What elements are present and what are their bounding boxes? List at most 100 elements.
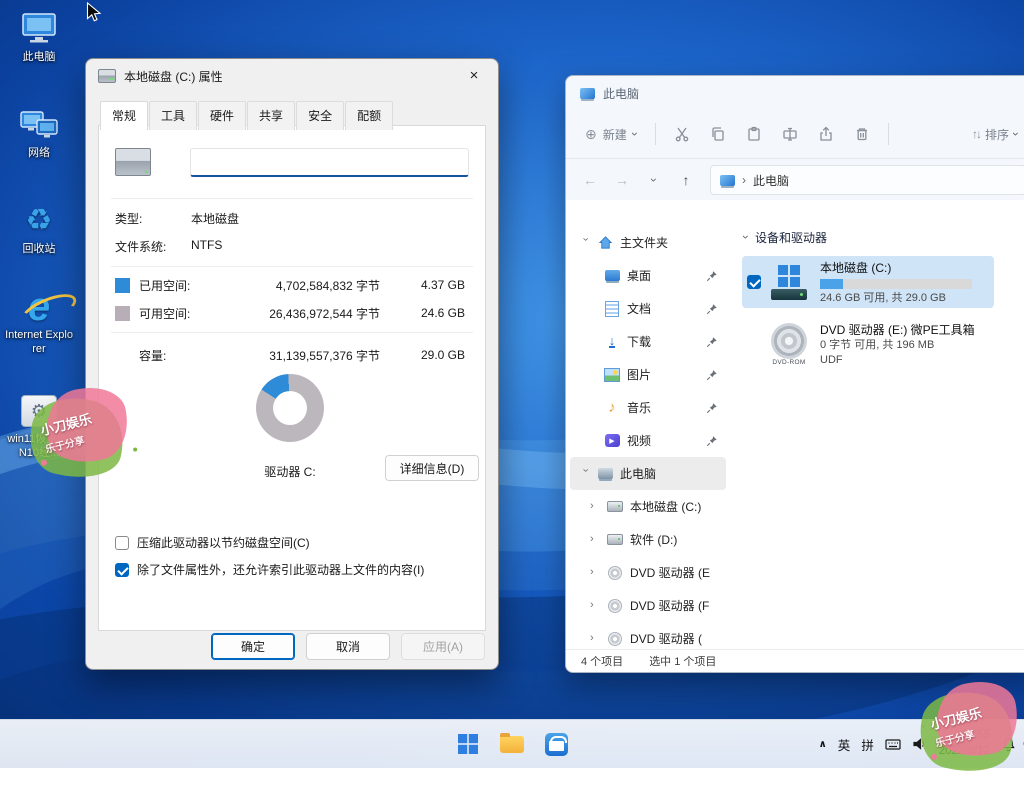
this-pc-icon <box>720 175 735 186</box>
back-button[interactable]: ← <box>576 167 604 193</box>
tab-general[interactable]: 常规 <box>100 101 148 130</box>
drive-icon <box>607 532 623 548</box>
tab-sharing[interactable]: 共享 <box>247 101 295 130</box>
chevron-right-icon[interactable]: › <box>590 567 600 578</box>
tab-quota[interactable]: 配额 <box>345 101 393 130</box>
recent-locations-button[interactable]: › <box>640 167 668 193</box>
chevron-down-icon[interactable]: › <box>580 469 591 479</box>
desktop-icon-win11-restore[interactable]: ⚙ win11恢复WIN10经... <box>4 392 74 461</box>
copy-button[interactable] <box>701 119 735 149</box>
copy-icon <box>710 126 726 142</box>
sidebar-item-music[interactable]: ♪ 音乐 <box>570 391 726 424</box>
disk-usage-donut-chart <box>256 374 324 442</box>
ime-indicator-pinyin[interactable]: 拼 <box>861 735 874 754</box>
share-button[interactable] <box>809 119 843 149</box>
drive-tile-local-disk-c[interactable]: 本地磁盘 (C:) 24.6 GB 可用, 共 29.0 GB <box>742 256 994 308</box>
explorer-window: 此电脑 ⊕ 新建 › <box>565 75 1024 673</box>
volume-icon[interactable] <box>912 737 928 751</box>
sidebar-item-dvd-f[interactable]: › DVD 驱动器 (F <box>570 589 726 622</box>
tab-tools[interactable]: 工具 <box>149 101 197 130</box>
dialog-titlebar[interactable]: 本地磁盘 (C:) 属性 <box>86 59 498 93</box>
explorer-content: › 设备和驱动器 本地磁盘 (C:) 24.6 GB 可用, 共 29. <box>730 200 1024 650</box>
up-button[interactable]: ↑ <box>672 167 700 193</box>
compress-checkbox-row[interactable]: 压缩此驱动器以节约磁盘空间(C) <box>115 536 471 550</box>
apply-button[interactable]: 应用(A) <box>401 633 485 660</box>
desktop-icon-recycle-bin[interactable]: ♻ 回收站 <box>4 202 74 257</box>
tab-hardware[interactable]: 硬件 <box>198 101 246 130</box>
taskbar-clock[interactable]: 14:55 2022/8/12 <box>939 728 990 759</box>
desktop-icon-network[interactable]: 网络 <box>4 106 74 161</box>
new-icon: ⊕ <box>585 126 597 143</box>
breadcrumb: 此电脑 <box>753 172 789 189</box>
chevron-right-icon[interactable]: › <box>590 534 600 545</box>
devices-and-drives-header[interactable]: › 设备和驱动器 <box>730 226 1024 248</box>
index-checkbox-row[interactable]: 除了文件属性外，还允许索引此驱动器上文件的内容(I) <box>115 563 471 577</box>
desktop-icon-internet-explorer[interactable]: e Internet Explorer <box>4 288 74 357</box>
used-color-swatch <box>115 278 130 293</box>
notification-bell-icon[interactable] <box>1001 737 1016 752</box>
sidebar-item-videos[interactable]: ▶ 视频 <box>570 424 726 457</box>
ime-indicator-en[interactable]: 英 <box>838 735 851 754</box>
sidebar-item-dvd-e[interactable]: › DVD 驱动器 (E <box>570 556 726 589</box>
cut-button[interactable] <box>665 119 699 149</box>
touch-keyboard-icon[interactable] <box>885 737 901 751</box>
dvd-drive-icon <box>607 631 623 647</box>
details-button[interactable]: 详细信息(D) <box>385 455 479 481</box>
drive-tile-dvd-e[interactable]: DVD-ROM DVD 驱动器 (E:) 微PE工具箱 0 字节 可用, 共 1… <box>742 318 994 370</box>
sidebar-item-downloads[interactable]: ↓ 下载 <box>570 325 726 358</box>
drive-tile-partial-2[interactable] <box>1006 318 1024 370</box>
pin-icon <box>706 435 718 447</box>
chevron-down-icon[interactable]: › <box>580 238 591 248</box>
chevron-down-icon: › <box>740 235 752 239</box>
desktop-icon-this-pc[interactable]: 此电脑 <box>4 10 74 65</box>
drive-icon <box>98 69 116 83</box>
sort-button[interactable]: ↑↓ 排序 › <box>964 121 1024 148</box>
properties-dialog: 本地磁盘 (C:) 属性 × 常规 工具 硬件 共享 安全 配额 类型: 本地磁… <box>85 58 499 670</box>
tile-checkbox[interactable] <box>747 275 761 289</box>
share-icon <box>818 126 834 142</box>
index-checkbox[interactable] <box>115 563 129 577</box>
chevron-right-icon[interactable]: › <box>590 600 600 611</box>
tab-security[interactable]: 安全 <box>296 101 344 130</box>
taskbar-explorer-button[interactable] <box>492 724 532 764</box>
taskbar-store-button[interactable] <box>536 724 576 764</box>
sidebar-item-this-pc[interactable]: › 此电脑 <box>570 457 726 490</box>
start-button[interactable] <box>448 724 488 764</box>
used-space-row: 已用空间: 4,702,584,832 字节 4.37 GB <box>115 276 465 294</box>
sidebar-item-dvd-3[interactable]: › DVD 驱动器 ( <box>570 622 726 650</box>
ok-button[interactable]: 确定 <box>211 633 295 660</box>
desktop: 此电脑 网络 ♻ 回收站 e Internet Explorer ⚙ win11… <box>0 0 1024 768</box>
drive-tile-partial[interactable] <box>1006 256 1024 308</box>
toolbar-separator <box>655 123 656 145</box>
delete-button[interactable] <box>845 119 879 149</box>
address-box[interactable]: › 此电脑 <box>710 165 1024 195</box>
drive-info: 24.6 GB 可用, 共 29.0 GB <box>820 291 972 305</box>
sidebar-item-pictures[interactable]: 图片 <box>570 358 726 391</box>
explorer-titlebar[interactable]: 此电脑 <box>566 76 1024 110</box>
desktop-icon-label: 回收站 <box>23 243 56 257</box>
drive-name: DVD 驱动器 (E:) 微PE工具箱 <box>820 321 975 338</box>
sidebar-item-local-disk-c[interactable]: › 本地磁盘 (C:) <box>570 490 726 523</box>
chevron-right-icon[interactable]: › <box>590 633 600 644</box>
sidebar-item-drive-d[interactable]: › 软件 (D:) <box>570 523 726 556</box>
forward-button[interactable]: → <box>608 167 636 193</box>
drive-tiles: 本地磁盘 (C:) 24.6 GB 可用, 共 29.0 GB DVD-ROM <box>730 256 1024 370</box>
explorer-address-bar: ← → › ↑ › 此电脑 <box>566 159 1024 201</box>
sidebar-item-desktop[interactable]: 桌面 <box>570 259 726 292</box>
paste-button[interactable] <box>737 119 771 149</box>
close-button[interactable]: × <box>456 64 492 88</box>
chevron-right-icon[interactable]: › <box>590 501 600 512</box>
system-drive-icon <box>766 265 812 300</box>
sidebar-item-documents[interactable]: 文档 <box>570 292 726 325</box>
sidebar-item-home[interactable]: › 主文件夹 <box>570 226 726 259</box>
sort-icon: ↑↓ <box>972 127 980 141</box>
cancel-button[interactable]: 取消 <box>306 633 390 660</box>
toolbar-separator <box>888 123 889 145</box>
chevron-down-icon: › <box>629 132 641 136</box>
compress-checkbox[interactable] <box>115 536 129 550</box>
capacity-row: 容量: 31,139,557,376 字节 29.0 GB <box>115 346 465 364</box>
new-button[interactable]: ⊕ 新建 › <box>576 121 646 148</box>
tray-overflow-chevron-icon[interactable]: ∧ <box>819 739 827 750</box>
rename-button[interactable] <box>773 119 807 149</box>
volume-label-input[interactable] <box>190 148 469 177</box>
